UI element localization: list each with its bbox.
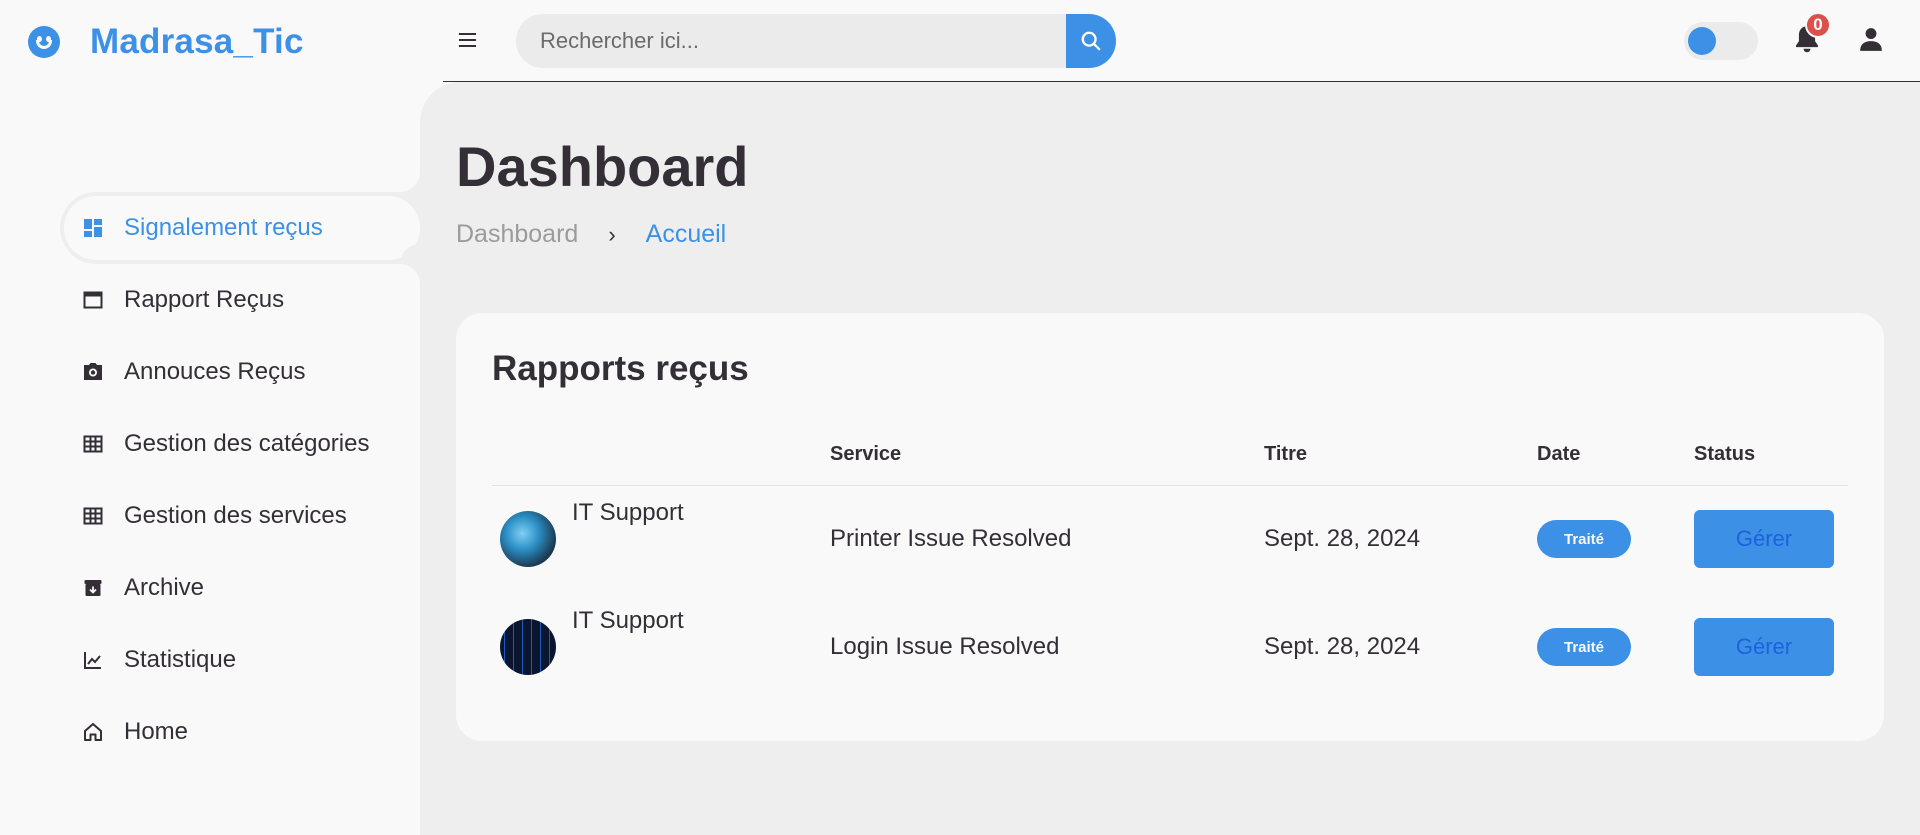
sidebar-item-rapport[interactable]: Rapport Reçus [60,264,420,336]
profile-button[interactable] [1858,26,1886,54]
line-chart-icon [82,649,104,671]
breadcrumb-item-dashboard: Dashboard [456,220,579,248]
home-icon [82,721,104,743]
column-header-titre: Titre [1264,425,1537,486]
user-name: IT Support [572,607,684,634]
column-header-service: Service [830,425,1264,486]
smile-icon [28,26,60,58]
sidebar-item-label: Archive [124,574,205,601]
table-icon [82,433,104,455]
search-button[interactable] [1066,14,1116,68]
search-icon [1081,31,1101,51]
service-cell: Printer Issue Resolved [830,525,1072,553]
sidebar-menu: Signalement reçus Rapport Reçus Annouces… [60,192,420,768]
breadcrumb-item-accueil[interactable]: Accueil [646,220,727,249]
status-badge: Traité [1537,520,1631,559]
reports-card: Rapports reçus Service Titre Date Status [456,313,1884,741]
user-icon [1860,28,1882,51]
column-header-status: Status [1694,425,1848,486]
sidebar-item-annonces[interactable]: Annouces Reçus [60,336,420,408]
user-name: IT Support [572,499,684,527]
search-form [516,14,1116,68]
archive-icon [82,577,104,599]
sidebar-item-label: Gestion des catégories [124,430,370,457]
sidebar-item-signalement[interactable]: Signalement reçus [60,192,420,264]
notification-button[interactable]: 0 [1793,12,1831,54]
date-cell: Sept. 28, 2024 [1264,633,1421,660]
sidebar-item-label: Gestion des services [124,502,347,529]
table-header-row: Service Titre Date Status [492,425,1848,486]
hamburger-menu-icon[interactable] [459,33,476,47]
main-content: Dashboard Dashboard › Accueil Rapports r… [420,82,1920,835]
sidebar-item-archive[interactable]: Archive [60,552,420,624]
column-header-date: Date [1537,425,1694,486]
breadcrumb: Dashboard › Accueil [456,220,726,249]
card-title: Rapports reçus [492,349,749,388]
sidebar-item-label: Rapport Reçus [124,286,285,313]
avatar [500,511,556,568]
column-header-user [492,425,830,486]
sidebar-item-home[interactable]: Home [60,696,420,768]
service-cell: Login Issue Resolved [830,633,1060,660]
sidebar: Signalement reçus Rapport Reçus Annouces… [0,82,420,835]
user-cell: IT Support [492,607,830,675]
sidebar-item-label: Annouces Reçus [124,358,306,385]
brand-name: Madrasa_Tic [90,22,304,61]
camera-icon [82,361,104,383]
sidebar-item-services[interactable]: Gestion des services [60,480,420,552]
window-icon [82,289,104,311]
user-cell: IT Support [492,499,830,568]
sidebar-item-categories[interactable]: Gestion des catégories [60,408,420,480]
table-row: IT Support Printer Issue Resolved Sept. … [492,485,1848,593]
sidebar-item-label: Home [124,718,189,745]
toggle-knob [1688,27,1716,55]
avatar [500,619,556,675]
notification-badge: 0 [1805,12,1831,38]
status-badge: Traité [1537,628,1631,666]
dashboard-icon [82,217,104,239]
chevron-right-icon: › [608,221,616,247]
table-row: IT Support Login Issue Resolved Sept. 28… [492,593,1848,701]
search-input[interactable] [516,14,1066,68]
sidebar-item-label: Signalement reçus [124,214,323,241]
sidebar-item-label: Statistique [124,646,237,673]
manage-button[interactable]: Gérer [1694,618,1834,676]
top-navbar: Madrasa_Tic 0 [0,0,1920,82]
date-cell: Sept. 28, 2024 [1264,525,1421,553]
page-title: Dashboard [456,135,749,198]
table-icon [82,505,104,527]
reports-table: Service Titre Date Status IT Support Pri… [492,425,1848,701]
manage-button[interactable]: Gérer [1694,510,1834,569]
sidebar-item-statistique[interactable]: Statistique [60,624,420,696]
theme-toggle[interactable] [1684,22,1758,60]
brand[interactable]: Madrasa_Tic [28,22,304,62]
